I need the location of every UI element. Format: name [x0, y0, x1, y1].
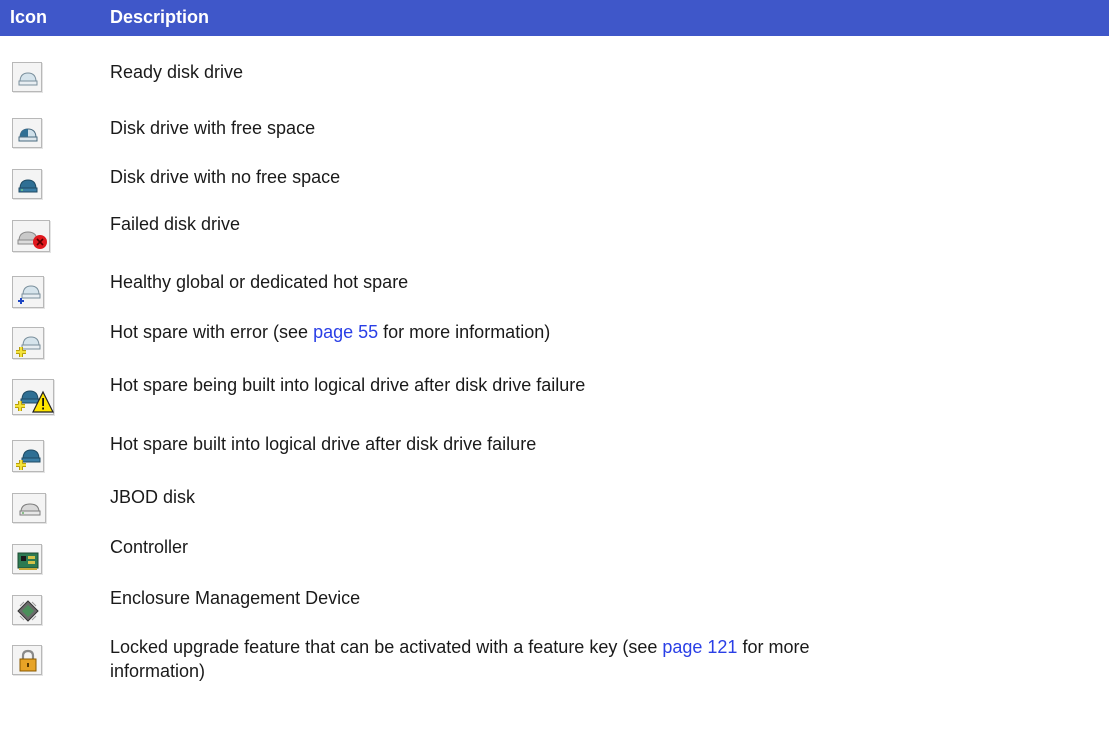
description-text: JBOD disk	[110, 487, 196, 507]
jbod-disk-icon	[12, 493, 46, 523]
description-text: Hot spare being built into logical drive…	[110, 375, 586, 395]
disk-drive-no-free-space-icon	[12, 169, 42, 199]
locked-upgrade-feature-icon	[12, 645, 42, 675]
description-text: Enclosure Management Device	[110, 588, 361, 608]
controller-icon	[12, 544, 42, 574]
description-text: Controller	[110, 537, 189, 557]
failed-disk-drive-icon	[12, 220, 50, 252]
healthy-hot-spare-icon	[12, 276, 44, 308]
column-header-icon: Icon	[10, 7, 48, 27]
table-header: Icon Description	[0, 0, 1109, 36]
description-text: Ready disk drive	[110, 62, 244, 82]
description-text: Hot spare built into logical drive after…	[110, 434, 537, 454]
hot-spare-error-icon	[12, 327, 44, 359]
page-link[interactable]: page 121	[662, 637, 737, 657]
description-text: Hot spare with error (see page 55 for mo…	[110, 322, 551, 342]
description-text: Locked upgrade feature that can be activ…	[110, 637, 810, 681]
disk-drive-free-space-icon	[12, 118, 42, 148]
enclosure-management-device-icon	[12, 595, 42, 625]
hot-spare-built-icon	[12, 440, 44, 472]
description-text: Disk drive with no free space	[110, 167, 341, 187]
page-link[interactable]: page 55	[313, 322, 378, 342]
description-text: Healthy global or dedicated hot spare	[110, 272, 409, 292]
hot-spare-building-icon	[12, 379, 54, 415]
ready-disk-drive-icon	[12, 62, 42, 92]
description-text: Failed disk drive	[110, 214, 241, 234]
column-header-description: Description	[110, 7, 210, 27]
description-text: Disk drive with free space	[110, 118, 316, 138]
